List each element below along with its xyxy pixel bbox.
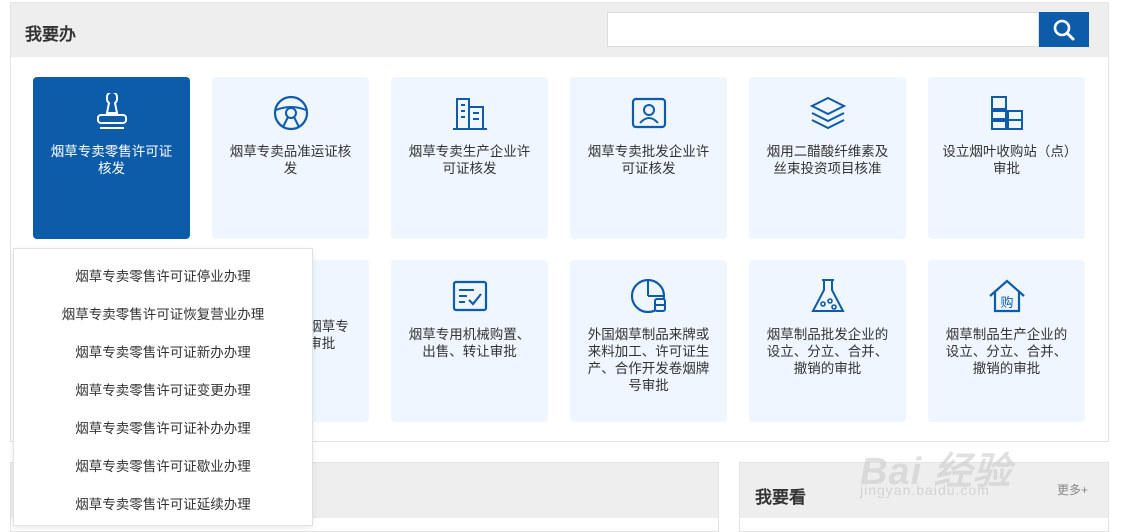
tile-label: 烟草制品生产企业的设立、分立、合并、撤销的审批: [945, 327, 1068, 376]
tile-acetate-project[interactable]: 烟用二醋酸纤维素及丝束投资项目核准: [749, 77, 906, 239]
tile-machinery[interactable]: 烟草专用机械购置、出售、转让审批: [391, 260, 548, 422]
tile-label: 烟草专卖品准运证核发: [229, 144, 352, 176]
dropdown-item-change[interactable]: 烟草专卖零售许可证变更办理: [14, 379, 312, 399]
more-link[interactable]: 更多+: [1057, 481, 1088, 498]
search-button[interactable]: [1039, 12, 1089, 47]
dropdown-item-extend[interactable]: 烟草专卖零售许可证延续办理: [14, 493, 312, 513]
layers-icon: [809, 96, 846, 130]
tile-transport-permit[interactable]: 烟草专卖品准运证核发: [212, 77, 369, 239]
retail-license-dropdown: 烟草专卖零售许可证停业办理 烟草专卖零售许可证恢复营业办理 烟草专卖零售许可证新…: [13, 248, 313, 526]
house-purchase-icon: 购: [988, 279, 1025, 313]
search-icon: [1053, 19, 1075, 40]
svg-text:购: 购: [1000, 295, 1013, 311]
steering-wheel-icon: [273, 95, 308, 131]
dropdown-item-resume[interactable]: 烟草专卖零售许可证恢复营业办理: [14, 303, 312, 323]
tile-label: 外国烟草制品来牌或来料加工、许可证生产、合作开发卷烟牌号审批: [587, 327, 710, 393]
stamp-icon: [96, 93, 127, 129]
tile-wholesale-license[interactable]: 烟草专卖批发企业许可证核发: [570, 77, 727, 239]
dropdown-item-close[interactable]: 烟草专卖零售许可证歇业办理: [14, 455, 312, 475]
pie-chart-icon: [630, 278, 666, 314]
checklist-icon: [452, 280, 487, 312]
tile-label: 烟用二醋酸纤维素及丝束投资项目核准: [766, 144, 889, 176]
see-panel-title: 我要看: [755, 488, 806, 507]
see-panel: 我要看 更多+: [739, 462, 1109, 532]
tile-label: 烟草专用机械购置、出售、转让审批: [408, 327, 531, 359]
dropdown-item-suspend[interactable]: 烟草专卖零售许可证停业办理: [14, 265, 312, 285]
tile-foreign-brand[interactable]: 外国烟草制品来牌或来料加工、许可证生产、合作开发卷烟牌号审批: [570, 260, 727, 422]
tile-leaf-station[interactable]: 设立烟叶收购站（点）审批: [928, 77, 1085, 239]
panel-header: 我要办: [11, 3, 1108, 57]
tile-retail-license[interactable]: 烟草专卖零售许可证核发: [33, 77, 190, 239]
search-input[interactable]: [607, 12, 1039, 47]
tile-label: 烟草专卖批发企业许可证核发: [587, 144, 710, 176]
grid-blocks-icon: [990, 96, 1023, 130]
dropdown-item-reissue[interactable]: 烟草专卖零售许可证补办办理: [14, 417, 312, 437]
tile-label: 设立烟叶收购站（点）审批: [942, 144, 1071, 176]
id-card-icon: [631, 97, 666, 129]
tile-label: 烟草专卖生产企业许可证核发: [408, 144, 531, 176]
tile-production-license[interactable]: 烟草专卖生产企业许可证核发: [391, 77, 548, 239]
dropdown-item-new[interactable]: 烟草专卖零售许可证新办办理: [14, 341, 312, 361]
building-icon: [452, 98, 487, 130]
tile-label: 烟草制品批发企业的设立、分立、合并、撤销的审批: [766, 327, 889, 376]
see-panel-header: 我要看 更多+: [740, 463, 1108, 518]
panel-title: 我要办: [25, 25, 76, 44]
tile-label: 烟草专卖零售许可证核发: [50, 144, 173, 176]
tile-wholesale-enterprise[interactable]: 烟草制品批发企业的设立、分立、合并、撤销的审批: [749, 260, 906, 422]
tile-production-enterprise[interactable]: 购 烟草制品生产企业的设立、分立、合并、撤销的审批: [928, 260, 1085, 422]
flask-icon: [810, 279, 845, 312]
